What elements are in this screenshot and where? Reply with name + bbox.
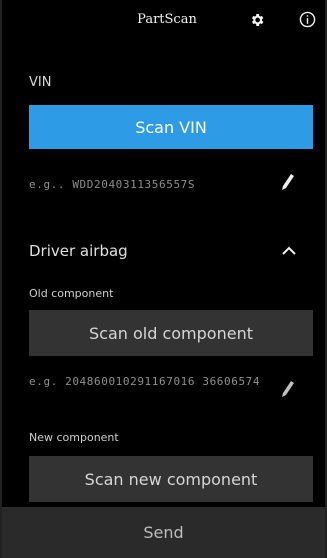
scan-old-component-button[interactable]: Scan old component <box>29 310 313 356</box>
top-bar: PartScan <box>2 0 325 44</box>
old-component-label: Old component <box>29 287 114 300</box>
chevron-up-icon[interactable] <box>281 246 297 256</box>
pencil-icon[interactable] <box>281 380 295 398</box>
pencil-icon[interactable] <box>281 173 295 191</box>
info-icon[interactable] <box>299 11 316 28</box>
driver-airbag-title[interactable]: Driver airbag <box>29 242 128 260</box>
old-component-input[interactable]: e.g. 204860010291167016 36606574 <box>29 374 264 389</box>
vin-label: VIN <box>29 75 52 90</box>
phone-screen: PartScan VIN Scan VIN e.g.. WDD204031135… <box>0 0 327 558</box>
app-title: PartScan <box>137 12 197 27</box>
scan-new-component-button[interactable]: Scan new component <box>29 456 313 502</box>
gear-icon[interactable] <box>249 12 265 28</box>
scan-vin-button[interactable]: Scan VIN <box>29 105 313 149</box>
new-component-label: New component <box>29 431 119 444</box>
vin-input[interactable]: e.g.. WDD2040311356557S <box>29 177 259 192</box>
send-button[interactable]: Send <box>2 507 325 558</box>
